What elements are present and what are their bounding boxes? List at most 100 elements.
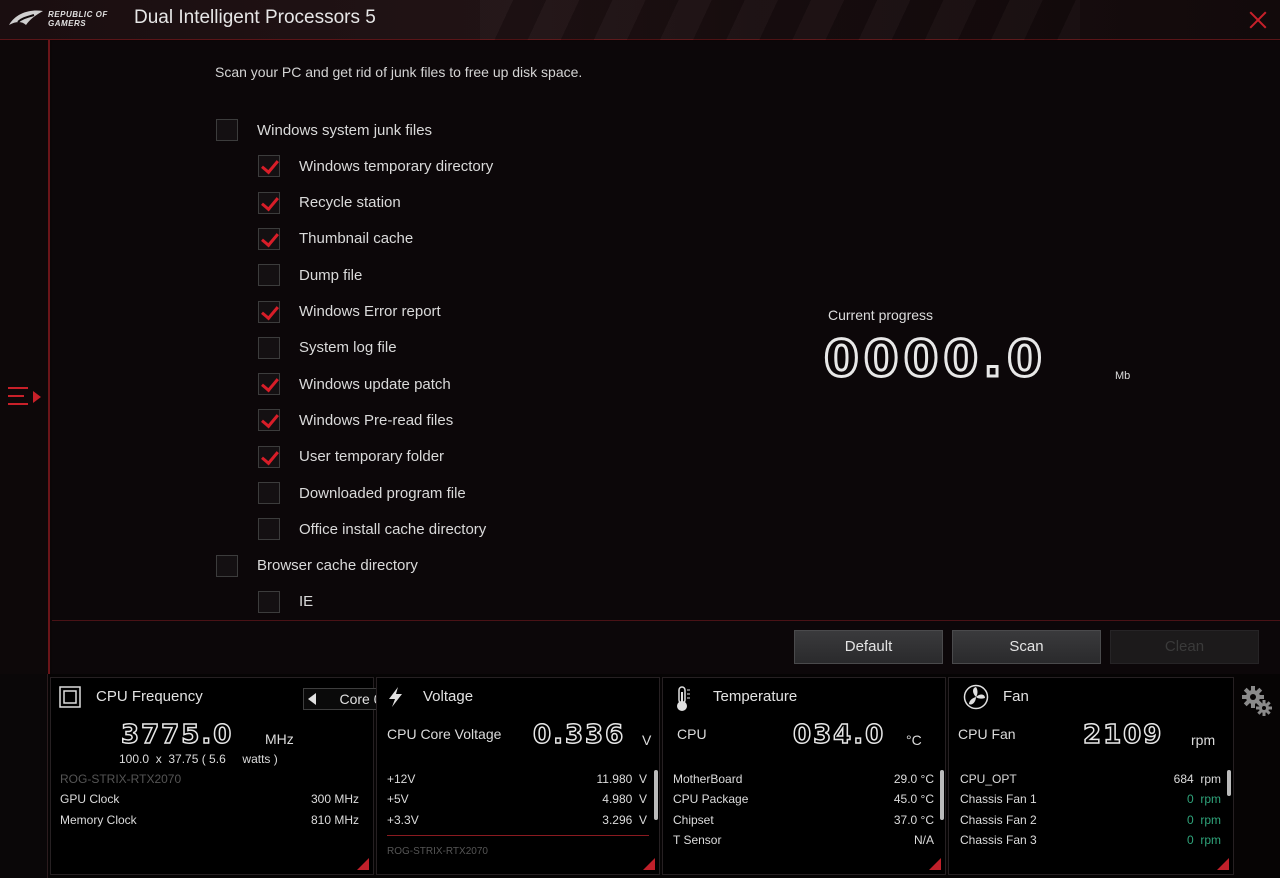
cpu-panel-expand-icon[interactable]	[357, 858, 369, 870]
left-rail	[0, 40, 50, 674]
junk-item-row[interactable]: Office install cache directory	[258, 517, 486, 541]
rog-eye-icon	[9, 10, 43, 25]
junk-item-row[interactable]: Thumbnail cache	[258, 227, 413, 251]
junk-item-row[interactable]: Windows system junk files	[216, 118, 432, 142]
rog-logo: Republic of Gamers	[8, 7, 118, 31]
junk-item-row[interactable]: IE	[258, 590, 313, 614]
junk-item-row[interactable]: Windows Pre-read files	[258, 408, 453, 432]
cpu-frequency-panel: CPU Frequency Core 0 3775.0 MHz 100.0 x …	[50, 677, 416, 875]
cpu-fan-value: 2109	[1082, 719, 1164, 751]
cpu-package-temp-value: 45.0 °C	[893, 792, 934, 806]
cpu-frequency-detail: 100.0 x 37.75 ( 5.6 watts )	[119, 752, 278, 766]
cpu-temp-value: 034.0	[792, 719, 886, 751]
motherboard-temp-value: 29.0 °C	[893, 772, 934, 786]
voltage-divider	[387, 835, 649, 836]
junk-item-label: Office install cache directory	[299, 520, 487, 538]
cpu-fan-label: CPU Fan	[958, 726, 1016, 742]
voltage-title: Voltage	[423, 688, 474, 705]
menu-expand-icon[interactable]	[8, 385, 44, 411]
temperature-panel-expand-icon[interactable]	[929, 858, 941, 870]
junk-item-label: User temporary folder	[299, 448, 445, 466]
junk-item-checkbox[interactable]	[258, 336, 280, 359]
cpu-core-voltage-value: 0.336	[532, 719, 626, 751]
junk-item-checkbox[interactable]	[258, 191, 280, 214]
t-sensor-temp-value: N/A	[913, 833, 934, 847]
cpu-opt-fan-value: 684 rpm	[1173, 772, 1221, 786]
cpu-frequency-unit: MHz	[265, 731, 294, 747]
title-bar-decoration	[480, 0, 1080, 40]
junk-item-row[interactable]: Recycle station	[258, 191, 401, 215]
gear-icon[interactable]	[1240, 684, 1274, 718]
memory-clock-label: Memory Clock	[60, 813, 137, 827]
voltage-panel-expand-icon[interactable]	[643, 858, 655, 870]
junk-item-checkbox[interactable]	[258, 373, 280, 396]
junk-item-label: Windows Pre-read files	[299, 411, 454, 429]
junk-item-label: Windows update patch	[299, 375, 451, 393]
voltage-5v-label: +5V	[387, 792, 409, 806]
junk-item-checkbox[interactable]	[258, 409, 280, 432]
temperature-scrollbar[interactable]	[940, 770, 944, 820]
junk-item-row[interactable]: Windows update patch	[258, 372, 451, 396]
cpu-core-voltage-unit: V	[642, 732, 652, 748]
progress-label: Current progress	[828, 307, 934, 323]
cpu-package-temp-label: CPU Package	[673, 792, 749, 806]
junk-item-checkbox[interactable]	[258, 155, 280, 178]
fan-title: Fan	[1003, 688, 1029, 705]
junk-item-row[interactable]: Dump file	[258, 263, 362, 287]
junk-item-checkbox[interactable]	[258, 264, 280, 287]
logo-text: Republic of Gamers	[48, 10, 108, 28]
scan-button[interactable]: Scan	[952, 630, 1101, 664]
gpu-name: ROG-STRIX-RTX2070	[60, 772, 182, 786]
junk-item-row[interactable]: Windows temporary directory	[258, 154, 493, 178]
voltage-3v3-value: 3.296 V	[602, 813, 647, 827]
clean-button[interactable]: Clean	[1110, 630, 1259, 664]
motherboard-temp-label: MotherBoard	[673, 772, 743, 786]
gpu-clock-value: 300 MHz	[310, 792, 359, 806]
monitor-left-rail	[0, 674, 48, 878]
junk-item-checkbox[interactable]	[216, 119, 238, 141]
voltage-12v-label: +12V	[387, 772, 416, 786]
junk-item-row[interactable]: User temporary folder	[258, 445, 444, 469]
progress-unit: Mb	[1115, 370, 1131, 382]
fan-scrollbar[interactable]	[1227, 770, 1231, 796]
cpu-temp-label: CPU	[677, 726, 707, 742]
junk-item-row[interactable]: Downloaded program file	[258, 481, 466, 505]
junk-item-checkbox[interactable]	[258, 590, 280, 613]
junk-item-checkbox[interactable]	[258, 518, 280, 541]
junk-item-checkbox[interactable]	[258, 482, 280, 504]
junk-item-label: Windows Error report	[299, 303, 441, 320]
title-bar: Republic of Gamers Dual Intelligent Proc…	[0, 0, 1280, 40]
chassis-fan-2-label: Chassis Fan 2	[960, 813, 1037, 827]
junk-item-checkbox[interactable]	[258, 445, 280, 468]
chassis-fan-2-value: 0 rpm	[1186, 813, 1221, 827]
chassis-fan-3-label: Chassis Fan 3	[960, 833, 1037, 847]
junk-item-row[interactable]: Browser cache directory	[216, 554, 418, 578]
voltage-panel: Voltage CPU Core Voltage 0.336 V +12V 11…	[376, 677, 660, 875]
junk-item-checkbox[interactable]	[216, 554, 238, 577]
junk-item-row[interactable]: Windows Error report	[258, 300, 441, 324]
junk-item-label: Thumbnail cache	[299, 230, 414, 248]
chassis-fan-1-label: Chassis Fan 1	[960, 792, 1037, 806]
cpu-fan-unit: rpm	[1191, 732, 1216, 748]
chassis-fan-3-value: 0 rpm	[1186, 833, 1221, 847]
voltage-scrollbar[interactable]	[654, 770, 658, 820]
fan-panel-expand-icon[interactable]	[1217, 858, 1229, 870]
voltage-12v-value: 11.980 V	[596, 772, 647, 786]
chipset-temp-label: Chipset	[673, 813, 714, 827]
junk-item-label: Browser cache directory	[257, 557, 418, 575]
voltage-gpu-name: ROG-STRIX-RTX2070	[387, 846, 488, 854]
voltage-3v3-label: +3.3V	[387, 813, 419, 827]
junk-item-label: System log file	[299, 339, 397, 357]
junk-item-row[interactable]: System log file	[258, 336, 397, 360]
close-button[interactable]	[1244, 6, 1272, 34]
junk-item-label: Dump file	[299, 266, 363, 284]
junk-item-checkbox[interactable]	[258, 300, 280, 323]
default-button[interactable]: Default	[794, 630, 943, 664]
junk-item-label: Windows system junk files	[257, 121, 433, 139]
junk-item-checkbox[interactable]	[258, 227, 280, 250]
progress-value: 0000.0	[823, 329, 1047, 390]
cpu-opt-fan-label: CPU_OPT	[960, 772, 1017, 786]
t-sensor-temp-label: T Sensor	[673, 833, 722, 847]
fan-icon	[963, 684, 989, 710]
memory-clock-value: 810 MHz	[310, 813, 359, 827]
